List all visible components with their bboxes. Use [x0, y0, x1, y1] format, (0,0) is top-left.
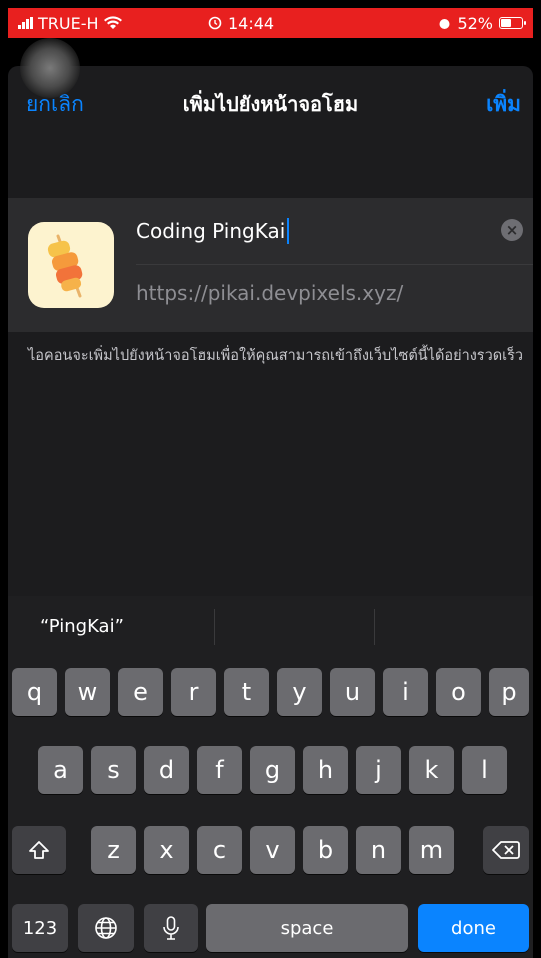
key-i[interactable]: i	[383, 668, 428, 716]
done-key[interactable]: done	[418, 904, 529, 952]
key-q[interactable]: q	[12, 668, 57, 716]
battery-icon	[499, 17, 526, 29]
key-t[interactable]: t	[224, 668, 269, 716]
text-cursor	[287, 218, 290, 244]
key-l[interactable]: l	[462, 746, 507, 794]
key-k[interactable]: k	[409, 746, 454, 794]
globe-icon	[95, 917, 117, 939]
carrier-name: TRUE-H	[38, 13, 99, 33]
battery-percent: 52%	[457, 13, 493, 33]
shift-key[interactable]	[12, 826, 66, 874]
status-bar: TRUE-H 14:44 52%	[8, 8, 533, 38]
key-a[interactable]: a	[38, 746, 83, 794]
shift-icon	[29, 841, 49, 859]
suggestion-3[interactable]	[373, 609, 533, 645]
key-m[interactable]: m	[409, 826, 454, 874]
key-c[interactable]: c	[197, 826, 242, 874]
bookmark-name-value: Coding PingKai	[136, 219, 286, 243]
add-button[interactable]: เพิ่ม	[486, 88, 521, 121]
navigation-bar: ยกเลิก เพิ่มไปยังหน้าจอโฮม เพิ่ม	[8, 66, 533, 146]
key-n[interactable]: n	[356, 826, 401, 874]
app-icon	[28, 222, 114, 308]
key-h[interactable]: h	[303, 746, 348, 794]
key-y[interactable]: y	[277, 668, 322, 716]
divider	[136, 264, 533, 265]
key-v[interactable]: v	[250, 826, 295, 874]
numbers-key[interactable]: 123	[12, 904, 68, 952]
bookmark-card: Coding PingKai × https://pikai.devpixels…	[8, 198, 533, 332]
key-p[interactable]: p	[489, 668, 529, 716]
skewer-icon	[47, 234, 83, 298]
assistive-touch-button[interactable]	[20, 38, 80, 98]
suggestion-2[interactable]	[214, 609, 373, 645]
cellular-signal-icon	[18, 17, 33, 29]
wifi-icon	[103, 16, 122, 29]
microphone-icon	[163, 916, 179, 940]
backspace-key[interactable]	[483, 826, 529, 874]
key-r[interactable]: r	[171, 668, 216, 716]
alarm-clock-icon	[439, 18, 450, 29]
key-j[interactable]: j	[356, 746, 401, 794]
clock-time: 14:44	[228, 13, 275, 33]
add-to-home-screen-sheet: ยกเลิก เพิ่มไปยังหน้าจอโฮม เพิ่ม Coding …	[8, 66, 533, 596]
key-z[interactable]: z	[91, 826, 136, 874]
key-s[interactable]: s	[91, 746, 136, 794]
bookmark-url: https://pikai.devpixels.xyz/	[136, 281, 404, 305]
key-f[interactable]: f	[197, 746, 242, 794]
hint-text: ไอคอนจะเพิ่มไปยังหน้าจอโฮมเพื่อให้คุณสาม…	[28, 348, 524, 364]
key-d[interactable]: d	[144, 746, 189, 794]
key-g[interactable]: g	[250, 746, 295, 794]
key-u[interactable]: u	[330, 668, 375, 716]
key-w[interactable]: w	[65, 668, 110, 716]
alarm-icon	[208, 16, 222, 30]
globe-key[interactable]	[78, 904, 134, 952]
space-key[interactable]: space	[206, 904, 408, 952]
suggestion-1[interactable]: “PingKai”	[8, 609, 214, 645]
keyboard: “PingKai” q w e r t y u i o p a s d f g …	[8, 596, 533, 958]
bookmark-name-input[interactable]: Coding PingKai	[136, 218, 290, 244]
microphone-key[interactable]	[144, 904, 198, 952]
clear-text-icon[interactable]: ×	[501, 219, 523, 241]
key-x[interactable]: x	[144, 826, 189, 874]
key-b[interactable]: b	[303, 826, 348, 874]
key-o[interactable]: o	[436, 668, 481, 716]
key-e[interactable]: e	[118, 668, 163, 716]
sheet-title: เพิ่มไปยังหน้าจอโฮม	[182, 92, 359, 116]
suggestion-bar: “PingKai”	[8, 596, 533, 658]
backspace-icon	[492, 841, 520, 859]
